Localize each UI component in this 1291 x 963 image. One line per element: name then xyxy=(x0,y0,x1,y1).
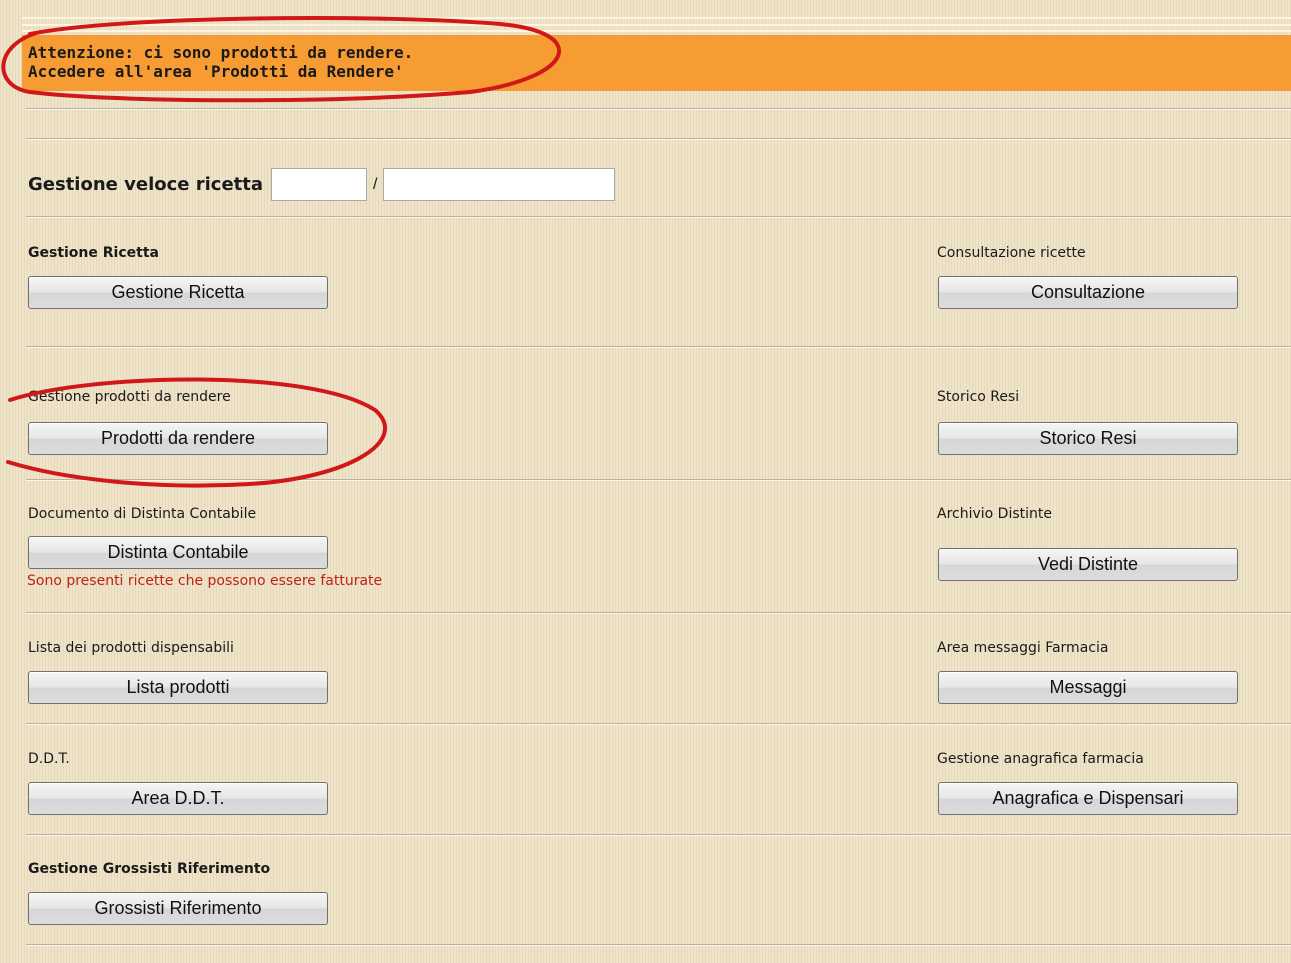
quick-prescription-separator: / xyxy=(373,175,378,193)
storico-resi-button[interactable]: Storico Resi xyxy=(938,422,1238,455)
divider xyxy=(26,944,1291,946)
prodotti-da-rendere-button[interactable]: Prodotti da rendere xyxy=(28,422,328,455)
divider xyxy=(26,108,1291,110)
divider xyxy=(26,138,1291,140)
top-stripe xyxy=(22,24,1291,26)
annotation-overlay xyxy=(1,16,562,488)
quick-prescription-row: Gestione veloce ricetta / xyxy=(28,168,616,201)
section-label-archivio: Archivio Distinte xyxy=(937,506,1052,522)
vedi-distinte-button[interactable]: Vedi Distinte xyxy=(938,548,1238,581)
section-label-consultazione: Consultazione ricette xyxy=(937,245,1086,261)
section-label-prodotti-rendere: Gestione prodotti da rendere xyxy=(28,389,231,405)
warning-banner[interactable]: Attenzione: ci sono prodotti da rendere.… xyxy=(22,35,1291,91)
section-label-lista: Lista dei prodotti dispensabili xyxy=(28,640,234,656)
top-stripe xyxy=(22,17,1291,19)
distinta-contabile-button[interactable]: Distinta Contabile xyxy=(28,536,328,569)
gestione-ricetta-button[interactable]: Gestione Ricetta xyxy=(28,276,328,309)
warning-banner-text: Attenzione: ci sono prodotti da rendere.… xyxy=(28,43,413,81)
grossisti-riferimento-button[interactable]: Grossisti Riferimento xyxy=(28,892,328,925)
section-label-ddt: D.D.T. xyxy=(28,751,70,767)
quick-prescription-input-1[interactable] xyxy=(271,168,368,201)
divider xyxy=(26,723,1291,725)
section-label-grossisti: Gestione Grossisti Riferimento xyxy=(28,861,271,877)
consultazione-button[interactable]: Consultazione xyxy=(938,276,1238,309)
section-label-gestione-ricetta: Gestione Ricetta xyxy=(28,245,159,261)
area-ddt-button[interactable]: Area D.D.T. xyxy=(28,782,328,815)
quick-prescription-label: Gestione veloce ricetta xyxy=(28,174,264,195)
section-label-anagrafica: Gestione anagrafica farmacia xyxy=(937,751,1144,767)
divider xyxy=(26,612,1291,614)
divider xyxy=(26,216,1291,218)
warning-line-1: Attenzione: ci sono prodotti da rendere. xyxy=(28,43,414,62)
divider xyxy=(26,346,1291,348)
page: Attenzione: ci sono prodotti da rendere.… xyxy=(0,0,1291,963)
warning-line-2: Accedere all'area 'Prodotti da Rendere' xyxy=(28,62,404,81)
top-stripe xyxy=(22,30,1291,32)
messaggi-button[interactable]: Messaggi xyxy=(938,671,1238,704)
section-label-storico-resi: Storico Resi xyxy=(937,389,1020,405)
invoice-warning-text: Sono presenti ricette che possono essere… xyxy=(27,573,383,589)
divider xyxy=(26,834,1291,836)
quick-prescription-input-2[interactable] xyxy=(383,168,616,201)
lista-prodotti-button[interactable]: Lista prodotti xyxy=(28,671,328,704)
anagrafica-dispensari-button[interactable]: Anagrafica e Dispensari xyxy=(938,782,1238,815)
divider xyxy=(26,479,1291,481)
section-label-messaggi: Area messaggi Farmacia xyxy=(937,640,1109,656)
section-label-distinta: Documento di Distinta Contabile xyxy=(28,506,257,522)
